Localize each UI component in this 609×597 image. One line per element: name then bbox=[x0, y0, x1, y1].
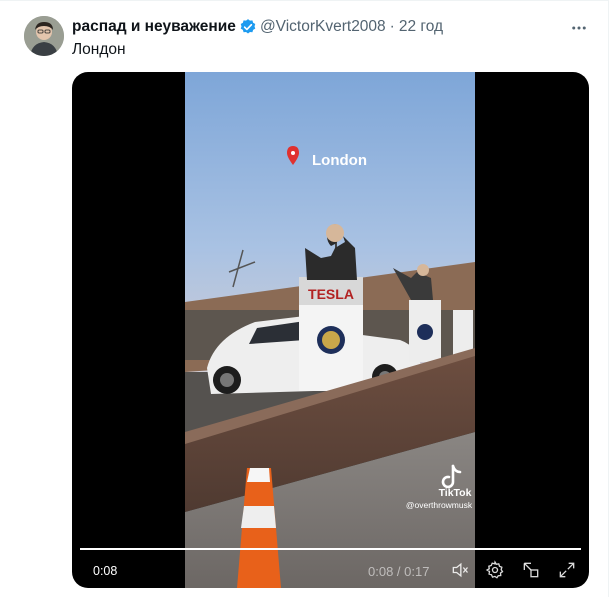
sign-text: TESLA bbox=[308, 286, 354, 302]
tiktok-brand: TikTok bbox=[439, 487, 472, 499]
video-player[interactable]: TESLA London TikTok @overthrowmusk 0:08 … bbox=[72, 72, 589, 588]
location-label: London bbox=[312, 152, 367, 169]
user-handle[interactable]: @VictorKvert2008 bbox=[260, 17, 386, 37]
video-frame[interactable]: TESLA London TikTok @overthrowmusk bbox=[185, 72, 475, 588]
frame-border-top bbox=[0, 0, 609, 1]
tiktok-username: @overthrowmusk bbox=[406, 500, 473, 510]
tweet-text: Лондон bbox=[72, 41, 126, 58]
time-display: 0:08 / 0:17 bbox=[368, 564, 430, 579]
tweet-timestamp[interactable]: 22 год bbox=[399, 17, 443, 37]
tweet-header: распад и неуважение @VictorKvert2008 · 2… bbox=[72, 17, 443, 37]
verified-badge-icon bbox=[239, 18, 257, 36]
video-controls: 0:08 0:08 / 0:17 bbox=[72, 548, 589, 588]
display-name[interactable]: распад и неуважение bbox=[72, 17, 236, 37]
gear-icon[interactable] bbox=[485, 560, 505, 580]
progress-fill bbox=[80, 548, 581, 550]
more-dots-icon[interactable] bbox=[569, 18, 589, 38]
separator-dot: · bbox=[389, 18, 395, 35]
current-time: 0:08 bbox=[93, 564, 118, 578]
progress-bar[interactable] bbox=[80, 548, 581, 550]
mute-icon[interactable] bbox=[450, 560, 470, 580]
fullscreen-icon[interactable] bbox=[557, 560, 577, 580]
avatar[interactable] bbox=[24, 16, 64, 56]
dock-icon[interactable] bbox=[521, 560, 541, 580]
